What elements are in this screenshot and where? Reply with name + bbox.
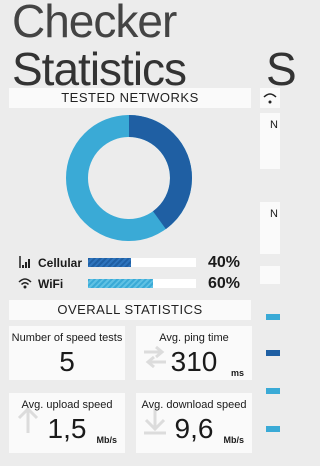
wifi-bar [88, 279, 196, 288]
peek-bar-wifi-3 [266, 426, 280, 432]
upload-unit: Mb/s [96, 435, 117, 445]
download-unit: Mb/s [223, 435, 244, 445]
speed-tests-value: 5 [59, 346, 75, 377]
speed-tests-tile: Number of speed tests 5 [9, 326, 125, 380]
peek-bars-1 [260, 296, 280, 326]
networks-donut-chart [66, 115, 192, 241]
overall-statistics-heading: OVERALL STATISTICS [9, 300, 251, 320]
peek-bars-2 [260, 334, 280, 364]
page-title-line-1: Checker [12, 0, 177, 47]
peek-tile-2-letter: N [270, 208, 278, 220]
cellular-bar [88, 258, 196, 267]
next-page-title-peek[interactable]: S [266, 46, 297, 92]
peek-bars-3 [260, 372, 280, 402]
cellular-signal-icon [19, 256, 30, 268]
peek-tile-1-letter: N [270, 119, 278, 131]
ping-unit: ms [230, 368, 244, 378]
peek-tile-3[interactable] [260, 266, 280, 284]
cellular-bar-fill [88, 258, 132, 267]
upload-speed-label: Avg. upload speed [21, 399, 113, 411]
peek-bar-wifi [266, 314, 280, 320]
wifi-bar-fill [88, 279, 153, 288]
peek-tile-1[interactable]: N [260, 113, 280, 169]
peek-bar-cellular [266, 350, 280, 356]
download-speed-label: Avg. download speed [141, 399, 247, 411]
upload-speed-tile: Avg. upload speed 1,5 Mb/s [9, 393, 125, 453]
page-title-line-2: Statistics [12, 43, 187, 95]
download-speed-tile: Avg. download speed 9,6 Mb/s [136, 393, 252, 453]
peek-header[interactable] [260, 88, 280, 108]
wifi-percent: 60% [207, 275, 240, 292]
speed-tests-label: Number of speed tests [11, 332, 123, 344]
cellular-percent: 40% [207, 254, 240, 271]
peek-tile-2[interactable]: N [260, 202, 280, 254]
wifi-icon [18, 278, 32, 289]
peek-bar-wifi-2 [266, 388, 280, 394]
cellular-label: Cellular [38, 256, 83, 270]
ping-time-label: Avg. ping time [159, 332, 229, 344]
ping-time-tile: Avg. ping time 310 ms [136, 326, 252, 380]
peek-bars-4 [260, 410, 280, 440]
wifi-label: WiFi [38, 277, 64, 291]
tested-networks-heading: TESTED NETWORKS [9, 88, 251, 108]
peek-wifi-icon [263, 93, 277, 104]
